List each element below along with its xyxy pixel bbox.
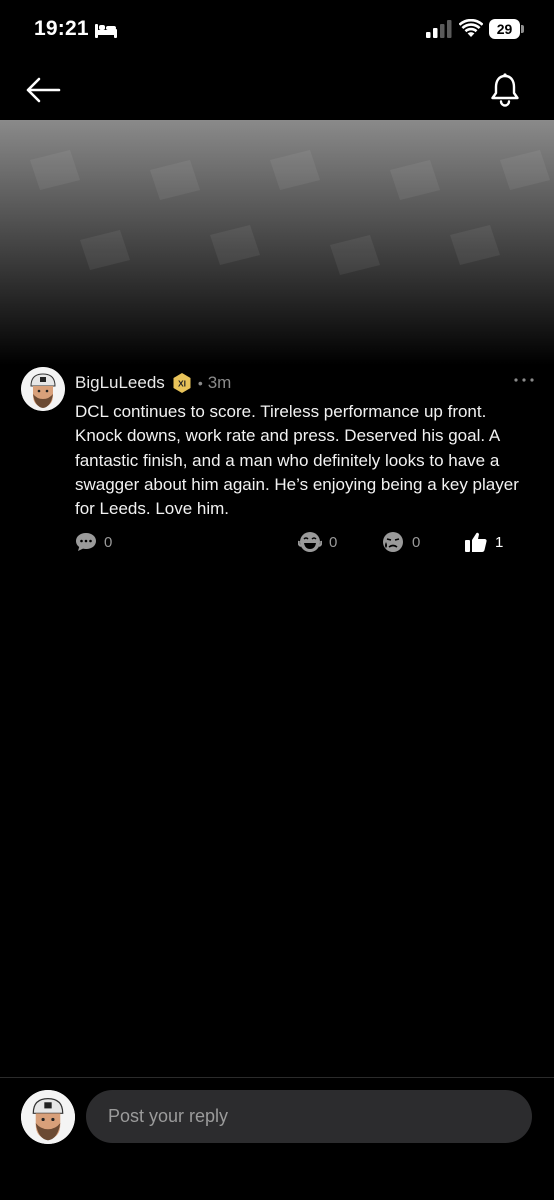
cry-count: 0: [412, 533, 421, 551]
bell-icon[interactable]: [488, 72, 522, 108]
wifi-icon: [459, 19, 483, 37]
battery-icon: 29: [489, 19, 524, 39]
laugh-count: 0: [329, 533, 338, 551]
laugh-reaction-button[interactable]: 0: [298, 531, 337, 553]
post-body: DCL continues to score. Tireless perform…: [75, 402, 519, 519]
verified-badge-icon: XI: [173, 373, 191, 393]
status-bar: 19:21 29: [0, 0, 554, 62]
current-user-avatar[interactable]: [21, 1090, 75, 1144]
like-button[interactable]: 1: [464, 531, 503, 553]
battery-cap: [521, 25, 524, 33]
cry-emoji-icon: [383, 532, 403, 552]
hero-pattern: [30, 150, 550, 275]
badge-text: XI: [178, 379, 186, 389]
cry-reaction-button[interactable]: 0: [381, 531, 420, 553]
thumbs-up-icon: [465, 532, 487, 552]
avatar-illustration: [21, 367, 65, 411]
comment-icon: [76, 533, 96, 551]
bed-icon: [95, 24, 117, 38]
reply-input[interactable]: [86, 1090, 532, 1143]
more-dots-icon[interactable]: [512, 373, 536, 387]
battery-level: 29: [489, 19, 520, 39]
hero-banner: [0, 120, 554, 365]
nav-bar: [0, 62, 554, 120]
separator-dot: •: [197, 375, 203, 391]
comment-button[interactable]: 0: [75, 531, 112, 553]
author-line: BigLuLeeds XI • 3m: [75, 372, 231, 394]
post-time: 3m: [207, 373, 232, 392]
laugh-emoji-icon: [298, 532, 322, 552]
reply-bar: [0, 1077, 554, 1200]
author-avatar[interactable]: [21, 367, 65, 411]
post-actions: 0 0 0 1: [0, 531, 554, 553]
like-count: 1: [495, 533, 504, 551]
back-arrow-icon[interactable]: [24, 73, 62, 107]
comment-count: 0: [104, 533, 113, 551]
signal-icon: [426, 20, 452, 38]
avatar-illustration: [21, 1090, 75, 1144]
status-time: 19:21: [34, 17, 89, 40]
author-name[interactable]: BigLuLeeds: [75, 373, 165, 393]
